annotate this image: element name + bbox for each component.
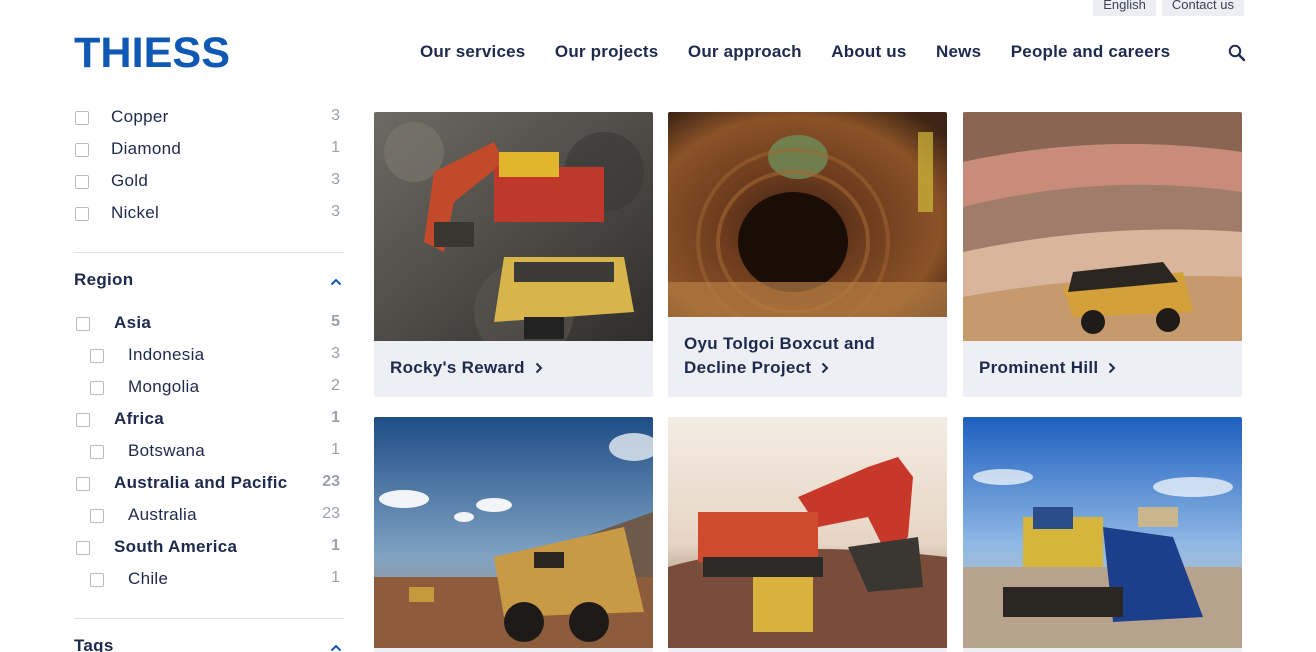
filter-label: Botswana [128, 441, 206, 460]
checkbox[interactable] [90, 573, 104, 587]
filter-count: 2 [331, 377, 340, 394]
utility-bar: English Contact us [1093, 0, 1244, 16]
checkbox[interactable] [76, 541, 90, 555]
region-heading[interactable]: Region [74, 270, 133, 290]
filter-south-america[interactable]: South America 1 [74, 537, 340, 557]
divider [74, 252, 344, 253]
filter-label: Africa [114, 409, 164, 428]
filter-count: 23 [322, 505, 340, 522]
checkbox[interactable] [90, 445, 104, 459]
language-selector[interactable]: English [1093, 0, 1156, 16]
project-card-oyu-tolgoi[interactable]: Oyu Tolgoi Boxcut and Decline Project [668, 112, 947, 397]
main-nav: Our services Our projects Our approach A… [420, 42, 1200, 62]
filter-count: 3 [331, 203, 340, 220]
filter-count: 1 [331, 569, 340, 586]
project-caption: Oyu Tolgoi Boxcut and Decline Project [684, 332, 931, 380]
filter-nickel[interactable]: Nickel 3 [74, 203, 340, 223]
project-image [963, 417, 1242, 648]
filter-count: 1 [331, 139, 340, 156]
project-image [963, 112, 1242, 341]
filter-label: Diamond [111, 139, 182, 158]
project-title: Prominent Hill [979, 358, 1099, 377]
chevron-right-icon [822, 362, 829, 374]
checkbox[interactable] [76, 317, 90, 331]
project-title: Rocky's Reward [390, 358, 525, 377]
checkbox[interactable] [76, 477, 90, 491]
project-image [374, 112, 653, 341]
filter-africa[interactable]: Africa 1 [74, 409, 340, 429]
filter-copper[interactable]: Copper 3 [74, 107, 340, 127]
nav-people-and-careers[interactable]: People and careers [1011, 42, 1171, 62]
filter-chile[interactable]: Chile 1 [74, 569, 340, 589]
chevron-up-icon[interactable] [330, 644, 342, 652]
checkbox[interactable] [75, 207, 89, 221]
nav-our-services[interactable]: Our services [420, 42, 525, 62]
tags-heading[interactable]: Tags [74, 636, 114, 652]
checkbox[interactable] [90, 381, 104, 395]
project-image [374, 417, 653, 648]
project-card-rockys-reward[interactable]: Rocky's Reward [374, 112, 653, 397]
filter-label: Nickel [111, 203, 160, 222]
filter-count: 3 [331, 171, 340, 188]
contact-us-link[interactable]: Contact us [1161, 0, 1244, 16]
filter-gold[interactable]: Gold 3 [74, 171, 340, 191]
filter-count: 3 [331, 107, 340, 124]
filter-label: Australia [128, 505, 197, 524]
filter-label: South America [114, 537, 238, 556]
project-card-haul-truck[interactable] [374, 417, 653, 652]
filter-count: 1 [331, 441, 340, 458]
filter-indonesia[interactable]: Indonesia 3 [74, 345, 340, 365]
filter-australia-and-pacific[interactable]: Australia and Pacific 23 [74, 473, 340, 493]
chevron-up-icon[interactable] [330, 278, 342, 286]
filter-count: 23 [322, 473, 340, 490]
filter-diamond[interactable]: Diamond 1 [74, 139, 340, 159]
logo-text: THIESS [74, 33, 230, 69]
filter-label: Australia and Pacific [114, 473, 288, 492]
checkbox[interactable] [90, 509, 104, 523]
project-image [668, 417, 947, 648]
project-card-excavator[interactable] [668, 417, 947, 652]
filter-count: 1 [331, 409, 340, 426]
filter-label: Copper [111, 107, 169, 126]
project-card-dozer[interactable] [963, 417, 1242, 652]
nav-about-us[interactable]: About us [831, 42, 906, 62]
checkbox[interactable] [76, 413, 90, 427]
filter-label: Indonesia [128, 345, 205, 364]
filter-label: Gold [111, 171, 149, 190]
filter-count: 1 [331, 537, 340, 554]
checkbox[interactable] [75, 175, 89, 189]
nav-news[interactable]: News [936, 42, 981, 62]
filter-label: Chile [128, 569, 169, 588]
project-image [668, 112, 947, 317]
filter-sidebar: Copper 3 Diamond 1 Gold 3 Nickel 3 Regio… [74, 100, 344, 652]
filter-asia[interactable]: Asia 5 [74, 313, 340, 333]
chevron-right-icon [1109, 362, 1116, 374]
project-card-prominent-hill[interactable]: Prominent Hill [963, 112, 1242, 397]
filter-mongolia[interactable]: Mongolia 2 [74, 377, 340, 397]
nav-our-approach[interactable]: Our approach [688, 42, 802, 62]
project-caption: Prominent Hill [979, 356, 1226, 380]
filter-label: Asia [114, 313, 152, 332]
project-title-line-2: Decline Project [684, 358, 812, 377]
filter-count: 5 [331, 313, 340, 330]
filter-australia[interactable]: Australia 23 [74, 505, 340, 525]
chevron-right-icon [535, 362, 543, 374]
checkbox[interactable] [90, 349, 104, 363]
thiess-logo[interactable]: THIESS [74, 33, 230, 69]
checkbox[interactable] [75, 111, 89, 125]
filter-label: Mongolia [128, 377, 200, 396]
project-title-line-1: Oyu Tolgoi Boxcut and [684, 334, 876, 353]
filter-botswana[interactable]: Botswana 1 [74, 441, 340, 461]
filter-count: 3 [331, 345, 340, 362]
project-caption: Rocky's Reward [390, 356, 637, 380]
nav-our-projects[interactable]: Our projects [555, 42, 658, 62]
divider [74, 618, 344, 619]
checkbox[interactable] [75, 143, 89, 157]
search-icon[interactable] [1228, 44, 1246, 62]
